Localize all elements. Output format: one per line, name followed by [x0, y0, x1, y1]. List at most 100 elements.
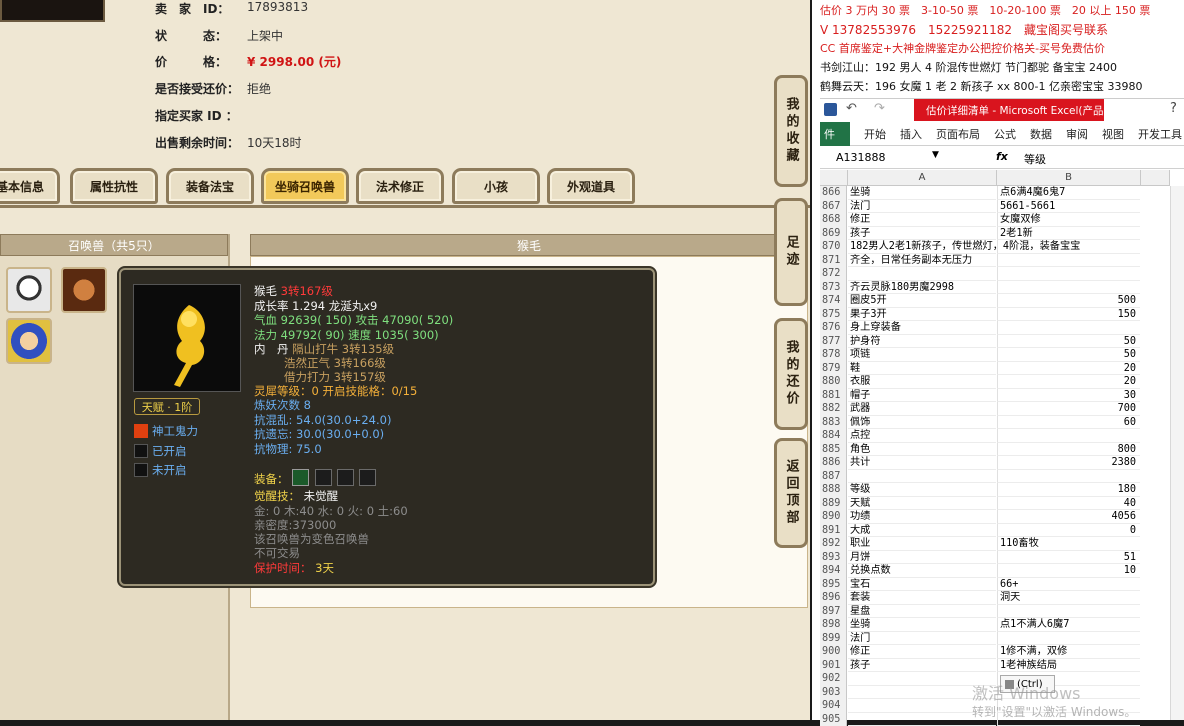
cell-a[interactable]: 鞋 [848, 362, 996, 376]
column-header-c[interactable] [1141, 170, 1170, 186]
name-box-dropdown-icon[interactable]: ▼ [932, 150, 939, 160]
cell-b[interactable]: 40 [997, 497, 1140, 511]
row-number[interactable]: 895 [820, 578, 847, 592]
row-number[interactable]: 880 [820, 375, 847, 389]
cell-a[interactable]: 坐骑 [848, 186, 996, 200]
cell-a[interactable]: 法门 [848, 632, 996, 646]
equip-slot-2[interactable] [315, 469, 332, 486]
row-number[interactable]: 882 [820, 402, 847, 416]
cell-b[interactable]: 4056 [997, 510, 1140, 524]
cell-a[interactable]: 坐骑 [848, 618, 996, 632]
pet-avatar-panda[interactable] [6, 267, 52, 313]
tab-appearance[interactable]: 外观道具 [547, 168, 635, 204]
tab-basic-info[interactable]: 基本信息 [0, 168, 60, 204]
side-tab-bargains[interactable]: 我的还价 [774, 318, 808, 430]
tab-mounts-pets[interactable]: 坐骑召唤兽 [261, 168, 349, 204]
cell-b[interactable]: 30 [997, 389, 1140, 403]
row-number[interactable]: 889 [820, 497, 847, 511]
side-tab-footprints[interactable]: 足迹 [774, 198, 808, 306]
cell-a[interactable] [848, 470, 996, 484]
row-number[interactable]: 884 [820, 429, 847, 443]
cell-b[interactable] [997, 605, 1140, 619]
cell-b[interactable]: 点1不满人6魔7 [997, 618, 1140, 632]
cell-a[interactable]: 星盘 [848, 605, 996, 619]
cell-a[interactable]: 修正 [848, 645, 996, 659]
cell-b[interactable] [997, 632, 1140, 646]
ribbon-page-layout[interactable]: 页面布局 [936, 126, 980, 142]
help-icon[interactable]: ? [1170, 101, 1177, 116]
formula-input[interactable]: 等级 [1024, 151, 1046, 167]
cell-a[interactable]: 182男人2老1新孩子，传世燃灯，4阶混，装备宝宝 [848, 240, 996, 254]
cell-b[interactable] [997, 470, 1140, 484]
ribbon-home[interactable]: 开始 [864, 126, 886, 142]
cell-b[interactable]: 50 [997, 348, 1140, 362]
cell-a[interactable]: 圈皮5开 [848, 294, 996, 308]
cell-b[interactable]: 50 [997, 335, 1140, 349]
cell-a[interactable] [848, 267, 996, 281]
cell-b[interactable]: 20 [997, 362, 1140, 376]
cell-a[interactable]: 果子3开 [848, 308, 996, 322]
cell-b[interactable]: 500 [997, 294, 1140, 308]
cell-a[interactable]: 功绩 [848, 510, 996, 524]
cell-b[interactable] [997, 429, 1140, 443]
undo-icon[interactable]: ↶ [846, 101, 857, 116]
ribbon-view[interactable]: 视图 [1102, 126, 1124, 142]
equip-slot-1[interactable] [292, 469, 309, 486]
cell-b[interactable]: 66+ [997, 578, 1140, 592]
cell-b[interactable]: 150 [997, 308, 1140, 322]
cell-a[interactable]: 孩子 [848, 227, 996, 241]
row-number[interactable]: 899 [820, 632, 847, 646]
column-header-a[interactable]: A [848, 170, 997, 186]
equip-slot-4[interactable] [359, 469, 376, 486]
cell-b[interactable]: 700 [997, 402, 1140, 416]
ribbon-developer[interactable]: 开发工具 [1138, 126, 1182, 142]
row-number[interactable]: 891 [820, 524, 847, 538]
cell-b[interactable]: 800 [997, 443, 1140, 457]
cell-a[interactable]: 等级 [848, 483, 996, 497]
cell-a[interactable]: 兑换点数 [848, 564, 996, 578]
cell-b[interactable] [997, 281, 1140, 295]
tab-equipment[interactable]: 装备法宝 [166, 168, 254, 204]
cell-b[interactable]: 20 [997, 375, 1140, 389]
row-number[interactable]: 901 [820, 659, 847, 673]
select-all-corner[interactable] [820, 170, 848, 186]
cell-b[interactable] [997, 240, 1140, 254]
cell-a[interactable]: 孩子 [848, 659, 996, 673]
tab-child[interactable]: 小孩 [452, 168, 540, 204]
row-number[interactable]: 885 [820, 443, 847, 457]
row-number[interactable]: 873 [820, 281, 847, 295]
pet-avatar-monkey[interactable] [61, 267, 107, 313]
side-tab-back-to-top[interactable]: 返回顶部 [774, 438, 808, 548]
equip-slot-3[interactable] [337, 469, 354, 486]
cell-b[interactable] [997, 321, 1140, 335]
row-number[interactable]: 896 [820, 591, 847, 605]
row-number[interactable]: 886 [820, 456, 847, 470]
row-number[interactable]: 875 [820, 308, 847, 322]
cell-b[interactable]: 180 [997, 483, 1140, 497]
cell-b[interactable]: 110畜牧 [997, 537, 1140, 551]
cell-a[interactable]: 齐云灵脉180男魔2998 [848, 281, 996, 295]
tab-spells[interactable]: 法术修正 [356, 168, 444, 204]
cell-a[interactable]: 齐全，日常任务副本无压力 [848, 254, 996, 268]
pet-avatar-opera[interactable] [6, 318, 52, 364]
row-number[interactable]: 888 [820, 483, 847, 497]
save-icon[interactable] [824, 103, 837, 116]
cell-a[interactable]: 护身符 [848, 335, 996, 349]
cell-b[interactable] [997, 267, 1140, 281]
vertical-scrollbar[interactable] [1170, 186, 1184, 720]
row-number[interactable]: 877 [820, 335, 847, 349]
cell-a[interactable]: 职业 [848, 537, 996, 551]
cell-a[interactable]: 佩饰 [848, 416, 996, 430]
cell-a[interactable]: 身上穿装备 [848, 321, 996, 335]
row-number[interactable]: 905 [820, 713, 847, 726]
sheet-grid[interactable]: 866坐骑点6满4魔6鬼7867法门5661-5661868修正女魔双修869孩… [820, 186, 1184, 726]
cell-a[interactable]: 角色 [848, 443, 996, 457]
cell-b[interactable]: 2380 [997, 456, 1140, 470]
cell-b[interactable] [997, 254, 1140, 268]
cell-b[interactable]: 女魔双修 [997, 213, 1140, 227]
cell-a[interactable]: 法门 [848, 200, 996, 214]
cell-a[interactable]: 衣服 [848, 375, 996, 389]
cell-a[interactable]: 武器 [848, 402, 996, 416]
row-number[interactable]: 897 [820, 605, 847, 619]
row-number[interactable]: 869 [820, 227, 847, 241]
